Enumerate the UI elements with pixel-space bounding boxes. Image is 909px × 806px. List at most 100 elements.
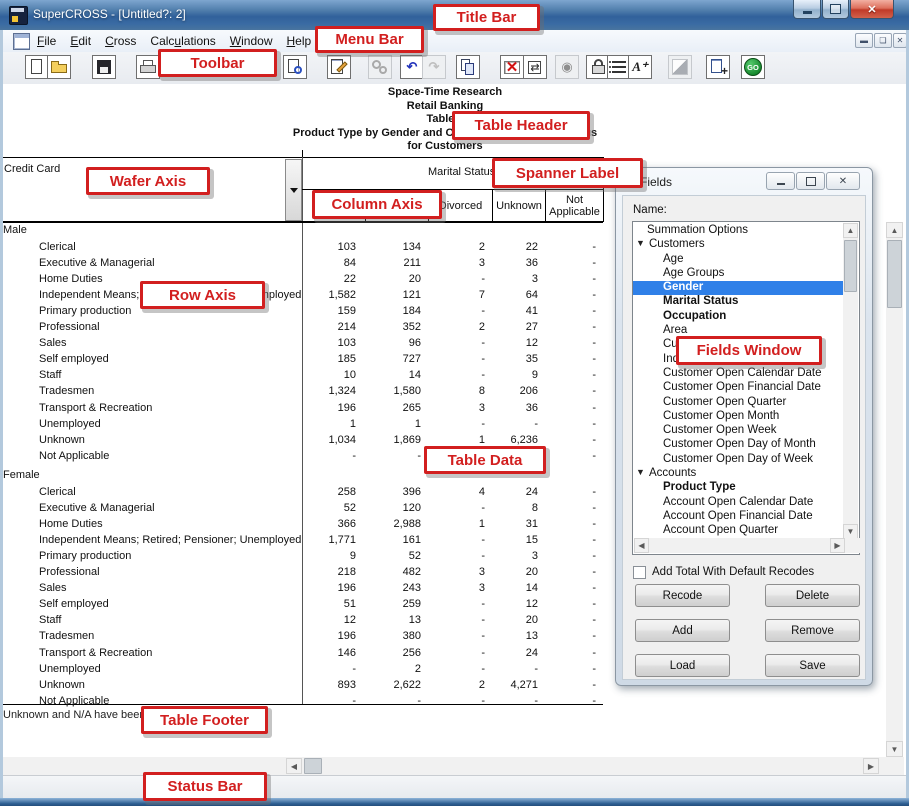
cell: 4 — [425, 486, 485, 498]
menu-edit[interactable]: Edit — [63, 30, 98, 51]
field-item-label: Account Open Financial Date — [663, 510, 813, 522]
scroll-up-button[interactable]: ▲ — [886, 222, 903, 238]
cell: - — [536, 695, 596, 707]
fields-maximize-button[interactable] — [796, 172, 825, 190]
scroll-right-button[interactable]: ▶ — [863, 758, 879, 774]
field-item-marital-status[interactable]: Marital Status — [633, 295, 843, 309]
edit-table-button[interactable] — [327, 55, 351, 79]
cell: 1,582 — [296, 289, 356, 301]
document-icon[interactable] — [13, 33, 30, 50]
fields-list[interactable]: Summation Options ▼CustomersAgeAge Groups… — [632, 221, 860, 555]
field-item-summation-options[interactable]: Summation Options — [633, 224, 843, 238]
vertical-scroll-thumb[interactable] — [887, 240, 902, 308]
field-item-gender[interactable]: Gender — [633, 281, 843, 295]
fields-window[interactable]: Fields ✕ Name: Summation Options▼Custome… — [615, 167, 873, 686]
column-header-not-applicable[interactable]: Not Applicable — [545, 190, 603, 222]
remove-button[interactable]: Remove — [765, 619, 860, 642]
add-total-checkbox[interactable] — [633, 566, 646, 579]
field-item-account-open-financial-date[interactable]: Account Open Financial Date — [633, 510, 843, 524]
open-button[interactable] — [47, 55, 71, 79]
new-table-button[interactable] — [25, 55, 49, 79]
menu-file[interactable]: File — [30, 30, 63, 51]
shade-icon — [669, 56, 691, 78]
mdi-restore-button[interactable]: ❏ — [874, 33, 892, 48]
fields-close-button[interactable]: ✕ — [826, 172, 860, 190]
field-item-account-open-calendar-date[interactable]: Account Open Calendar Date — [633, 496, 843, 510]
field-item-customer-open-week[interactable]: Customer Open Week — [633, 424, 843, 438]
scroll-right-button[interactable]: ▶ — [830, 538, 845, 553]
field-item-accounts[interactable]: ▼Accounts — [633, 467, 843, 481]
cell: 2 — [361, 663, 421, 675]
cell: 52 — [361, 550, 421, 562]
add-button[interactable]: Add — [635, 619, 730, 642]
horizontal-scrollbar[interactable] — [0, 757, 904, 775]
record-button[interactable]: ◉ — [555, 55, 579, 79]
field-item-customer-open-financial-date[interactable]: Customer Open Financial Date — [633, 381, 843, 395]
mdi-close-button[interactable]: ✕ — [893, 33, 907, 48]
derivations-button[interactable] — [368, 55, 392, 79]
close-button[interactable]: ✕ — [850, 0, 894, 19]
field-item-customer-open-calendar-date[interactable]: Customer Open Calendar Date — [633, 367, 843, 381]
menu-calculations[interactable]: Calculations — [143, 30, 222, 51]
field-item-age-groups[interactable]: Age Groups — [633, 267, 843, 281]
delete-button[interactable]: ✕ — [500, 55, 524, 79]
field-item-age[interactable]: Age — [633, 253, 843, 267]
field-item-account-open-quarter[interactable]: Account Open Quarter — [633, 524, 843, 536]
field-item-customer-open-month[interactable]: Customer Open Month — [633, 410, 843, 424]
row-label: Self employed — [39, 598, 109, 610]
fields-list-hscrollbar[interactable]: ◀ ▶ — [634, 538, 860, 553]
maximize-button[interactable] — [822, 0, 849, 19]
wafer-dropdown-button[interactable] — [285, 159, 302, 221]
scroll-up-button[interactable]: ▲ — [843, 223, 858, 238]
transpose-button[interactable]: ⇄ — [523, 55, 547, 79]
menu-window[interactable]: Window — [223, 30, 280, 51]
fields-minimize-button[interactable] — [766, 172, 795, 190]
font-size-button[interactable]: A⁺ — [628, 55, 652, 79]
copy-button[interactable] — [456, 55, 480, 79]
horizontal-scroll-thumb[interactable] — [304, 758, 322, 774]
scroll-left-button[interactable]: ◀ — [286, 758, 302, 774]
field-item-customer-open-day-of-month[interactable]: Customer Open Day of Month — [633, 438, 843, 452]
cell: - — [536, 241, 596, 253]
menu-cross[interactable]: Cross — [98, 30, 143, 51]
wafer-axis-label[interactable]: Credit Card — [4, 163, 60, 175]
fields-list-vscrollbar[interactable]: ▲ ▼ — [843, 223, 858, 539]
scroll-down-button[interactable]: ▼ — [886, 741, 903, 757]
spanner-label[interactable]: Marital Status — [428, 166, 495, 178]
cell: 185 — [296, 353, 356, 365]
go-button[interactable]: GO — [741, 55, 765, 79]
field-item-customer-open-day-of-week[interactable]: Customer Open Day of Week — [633, 453, 843, 467]
load-button[interactable]: Load — [635, 654, 730, 677]
cell: - — [425, 502, 485, 514]
delete-button[interactable]: Delete — [765, 584, 860, 607]
field-item-label: Summation Options — [647, 224, 748, 236]
recode-button[interactable]: Recode — [635, 584, 730, 607]
shading-button[interactable] — [668, 55, 692, 79]
cell: 64 — [478, 289, 538, 301]
field-item-product-type[interactable]: Product Type — [633, 481, 843, 495]
mdi-minimize-button[interactable]: ▬ — [855, 33, 873, 48]
collapse-triangle-icon[interactable]: ▼ — [636, 238, 645, 248]
field-item-occupation[interactable]: Occupation — [633, 310, 843, 324]
cell: 3 — [425, 257, 485, 269]
save-button[interactable]: Save — [765, 654, 860, 677]
minimize-button[interactable] — [793, 0, 821, 19]
annotate-button[interactable]: + — [706, 55, 730, 79]
undo-button[interactable]: ↶ — [400, 55, 424, 79]
scroll-left-button[interactable]: ◀ — [634, 538, 649, 553]
window-title: SuperCROSS - [Untitled?: 2] — [33, 7, 186, 21]
menu-help[interactable]: Help — [279, 30, 318, 51]
column-header-unknown[interactable]: Unknown — [492, 190, 545, 222]
cell: - — [536, 614, 596, 626]
redo-button[interactable]: ↷ — [422, 55, 446, 79]
field-item-customer-open-quarter[interactable]: Customer Open Quarter — [633, 396, 843, 410]
print-preview-button[interactable] — [283, 55, 307, 79]
scroll-thumb[interactable] — [844, 240, 857, 292]
cell: 1,324 — [296, 385, 356, 397]
collapse-triangle-icon[interactable]: ▼ — [636, 467, 645, 477]
save-button[interactable] — [92, 55, 116, 79]
field-item-customers[interactable]: ▼Customers — [633, 238, 843, 252]
scroll-down-button[interactable]: ▼ — [843, 524, 858, 539]
print-button[interactable] — [136, 55, 160, 79]
table-row[interactable]: Not Applicable----- — [0, 694, 890, 710]
